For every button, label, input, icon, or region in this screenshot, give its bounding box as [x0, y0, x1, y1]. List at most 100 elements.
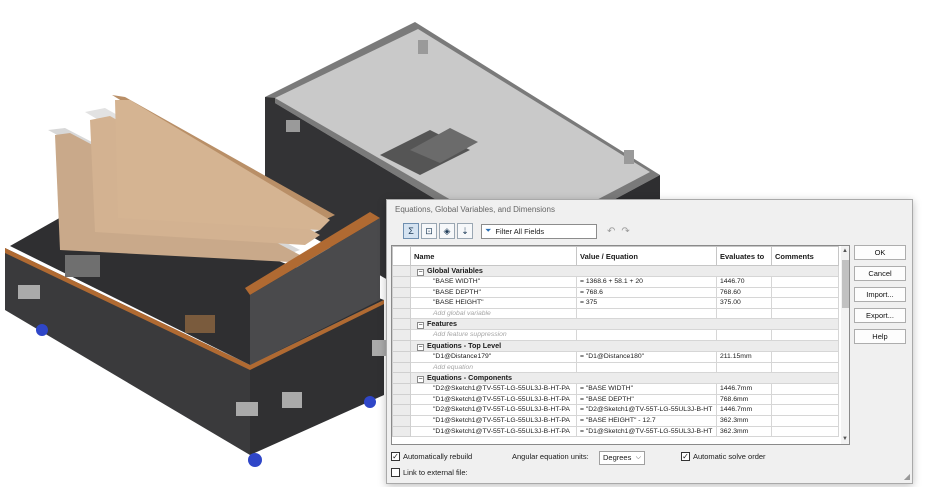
- value-cell[interactable]: = 768.6: [576, 286, 717, 299]
- evaluates-cell: 362.3mm: [716, 425, 772, 438]
- value-cell[interactable]: = 375: [576, 297, 717, 309]
- evaluates-cell: 1446.7mm: [716, 383, 772, 395]
- value-cell[interactable]: = "D1@Distance180": [576, 350, 717, 363]
- checkbox-checked-icon[interactable]: ✓: [681, 452, 690, 461]
- add-row[interactable]: Add global variable: [392, 307, 839, 320]
- table-row[interactable]: "D2@Sketch1@TV-55T-LG-55UL3J-B-HT-PA = "…: [392, 383, 839, 395]
- table-row[interactable]: "BASE HEIGHT" = 375 375.00: [392, 297, 839, 309]
- name-cell[interactable]: "BASE WIDTH": [410, 276, 577, 288]
- collapse-icon[interactable]: −: [417, 343, 424, 351]
- collapse-icon[interactable]: −: [417, 269, 424, 276]
- import-button[interactable]: Import...: [854, 287, 906, 302]
- table-row[interactable]: "D2@Sketch1@TV-55T-LG-55UL3J-B-HT-PA = "…: [392, 404, 839, 416]
- comment-cell[interactable]: [771, 350, 839, 363]
- equations-grid: Name Value / Equation Evaluates to Comme…: [391, 245, 850, 445]
- cancel-button[interactable]: Cancel: [854, 266, 906, 281]
- section-row[interactable]: − Equations - Top Level: [392, 339, 839, 352]
- evaluates-cell: 768.60: [716, 286, 772, 299]
- section-row[interactable]: − Features: [392, 318, 839, 331]
- comment-cell[interactable]: [771, 425, 839, 438]
- collapse-icon[interactable]: −: [417, 376, 424, 383]
- value-cell[interactable]: = "BASE HEIGHT" - 12.7: [576, 414, 717, 427]
- section-title: Equations - Top Level: [427, 340, 502, 350]
- link-external-label: Link to external file:: [403, 468, 468, 477]
- add-global-variable-placeholder[interactable]: Add global variable: [410, 307, 577, 320]
- add-row[interactable]: Add equation: [392, 361, 839, 374]
- value-cell[interactable]: = "D1@Sketch1@TV-55T-LG-55UL3J-B-HT: [576, 425, 717, 438]
- section-title: Global Variables: [427, 266, 483, 276]
- auto-solve-checkbox[interactable]: ✓ Automatic solve order: [681, 452, 766, 461]
- comment-cell[interactable]: [771, 383, 839, 395]
- add-feature-suppression-placeholder[interactable]: Add feature suppression: [410, 329, 577, 341]
- auto-rebuild-checkbox[interactable]: ✓ Automatically rebuild: [391, 452, 472, 461]
- dialog-buttons: OK Cancel Import... Export... Help: [854, 245, 906, 350]
- comment-cell[interactable]: [771, 276, 839, 288]
- name-cell[interactable]: "D1@Distance179": [410, 350, 577, 363]
- ordered-view-icon[interactable]: ⇣: [457, 223, 473, 239]
- name-cell[interactable]: "D2@Sketch1@TV-55T-LG-55UL3J-B-HT-PA: [410, 404, 577, 416]
- scroll-down-icon[interactable]: ▼: [842, 436, 848, 442]
- hinge-icon: [286, 120, 300, 132]
- filter-icon: ⏷: [485, 226, 492, 235]
- name-cell[interactable]: "BASE DEPTH": [410, 286, 577, 299]
- table-row[interactable]: "D1@Sketch1@TV-55T-LG-55UL3J-B-HT-PA = "…: [392, 425, 839, 438]
- table-row[interactable]: "BASE DEPTH" = 768.6 768.60: [392, 286, 839, 299]
- section-row[interactable]: − Equations - Components: [392, 372, 839, 385]
- table-row[interactable]: "D1@Sketch1@TV-55T-LG-55UL3J-B-HT-PA = "…: [392, 414, 839, 427]
- filter-input[interactable]: ⏷ Filter All Fields: [481, 223, 597, 239]
- ok-button[interactable]: OK: [854, 245, 906, 260]
- column-header-value[interactable]: Value / Equation: [576, 246, 717, 266]
- evaluates-cell: 362.3mm: [716, 414, 772, 427]
- redo-icon[interactable]: ↷: [621, 226, 629, 237]
- checkbox-checked-icon[interactable]: ✓: [391, 452, 400, 461]
- name-cell[interactable]: "D1@Sketch1@TV-55T-LG-55UL3J-B-HT-PA: [410, 414, 577, 427]
- help-button[interactable]: Help: [854, 329, 906, 344]
- name-cell[interactable]: "D1@Sketch1@TV-55T-LG-55UL3J-B-HT-PA: [410, 425, 577, 438]
- dimension-view-icon[interactable]: ◈: [439, 223, 455, 239]
- comment-cell[interactable]: [771, 286, 839, 299]
- export-button[interactable]: Export...: [854, 308, 906, 323]
- comment-cell[interactable]: [771, 414, 839, 427]
- angular-units-group: Angular equation units:: [512, 452, 589, 461]
- checkbox-unchecked-icon[interactable]: [391, 468, 400, 477]
- evaluates-cell: 211.15mm: [716, 350, 772, 363]
- evaluates-cell: 1446.70: [716, 276, 772, 288]
- resize-grip-icon[interactable]: ◢: [904, 472, 910, 481]
- name-cell[interactable]: "D1@Sketch1@TV-55T-LG-55UL3J-B-HT-PA: [410, 393, 577, 406]
- value-cell[interactable]: = "D2@Sketch1@TV-55T-LG-55UL3J-B-HT: [576, 404, 717, 416]
- link-external-checkbox[interactable]: Link to external file:: [391, 468, 468, 477]
- chevron-down-icon: ⌵: [635, 454, 641, 461]
- equation-view-icon[interactable]: Σ: [403, 223, 419, 239]
- evaluates-cell: 375.00: [716, 297, 772, 309]
- column-header-evaluates[interactable]: Evaluates to: [716, 246, 772, 266]
- caster-wheel-icon: [36, 324, 48, 336]
- comment-cell[interactable]: [771, 404, 839, 416]
- name-cell[interactable]: "BASE HEIGHT": [410, 297, 577, 309]
- scroll-thumb[interactable]: [842, 260, 849, 308]
- angular-units-select[interactable]: Degrees ⌵: [599, 451, 645, 465]
- table-row[interactable]: "D1@Distance179" = "D1@Distance180" 211.…: [392, 350, 839, 363]
- value-cell[interactable]: = "BASE DEPTH": [576, 393, 717, 406]
- table-row[interactable]: "D1@Sketch1@TV-55T-LG-55UL3J-B-HT-PA = "…: [392, 393, 839, 406]
- name-cell[interactable]: "D2@Sketch1@TV-55T-LG-55UL3J-B-HT-PA: [410, 383, 577, 395]
- auto-rebuild-label: Automatically rebuild: [403, 452, 473, 461]
- column-header-name[interactable]: Name: [410, 246, 577, 266]
- value-cell[interactable]: = 1368.6 + 58.1 + 20: [576, 276, 717, 288]
- table-header: Name Value / Equation Evaluates to Comme…: [392, 246, 839, 266]
- section-row[interactable]: − Global Variables: [392, 265, 839, 277]
- scroll-up-icon[interactable]: ▲: [842, 248, 848, 254]
- comment-cell[interactable]: [771, 393, 839, 406]
- value-cell[interactable]: = "BASE WIDTH": [576, 383, 717, 395]
- add-row[interactable]: Add feature suppression: [392, 329, 839, 341]
- add-equation-placeholder[interactable]: Add equation: [410, 361, 577, 374]
- evaluates-cell: 768.6mm: [716, 393, 772, 406]
- filter-placeholder: Filter All Fields: [495, 226, 545, 236]
- collapse-icon[interactable]: −: [417, 322, 424, 329]
- table-row[interactable]: "BASE WIDTH" = 1368.6 + 58.1 + 20 1446.7…: [392, 276, 839, 288]
- vertical-scrollbar[interactable]: ▲ ▼: [841, 246, 849, 444]
- section-title: Features: [427, 319, 457, 329]
- undo-icon[interactable]: ↶: [607, 226, 615, 237]
- column-header-comments[interactable]: Comments: [771, 246, 839, 266]
- sketch-equation-view-icon[interactable]: ⊡: [421, 223, 437, 239]
- comment-cell[interactable]: [771, 297, 839, 309]
